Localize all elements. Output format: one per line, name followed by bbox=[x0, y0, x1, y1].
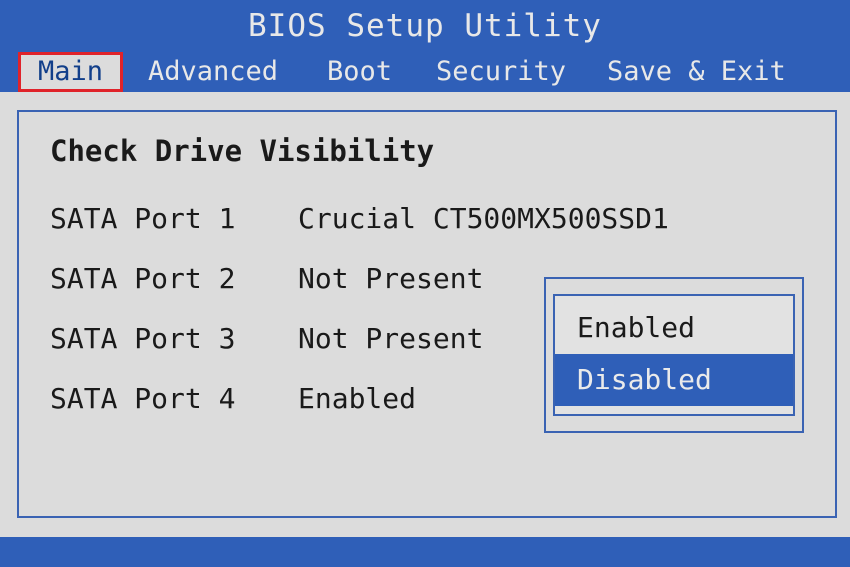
sata-port-2-value[interactable]: Not Present bbox=[298, 262, 483, 295]
option-list: Enabled Disabled bbox=[553, 294, 795, 416]
menu-bar: Main Advanced Boot Security Save & Exit bbox=[0, 52, 850, 92]
sata-port-2-label: SATA Port 2 bbox=[50, 262, 236, 295]
section-title: Check Drive Visibility bbox=[50, 134, 435, 168]
menu-tab-boot[interactable]: Boot bbox=[327, 52, 392, 92]
menu-tab-save-exit[interactable]: Save & Exit bbox=[607, 52, 786, 92]
menu-tab-security[interactable]: Security bbox=[436, 52, 566, 92]
sata-port-4-label: SATA Port 4 bbox=[50, 382, 236, 415]
sata-port-4-value[interactable]: Enabled bbox=[298, 382, 416, 415]
option-enabled[interactable]: Enabled bbox=[555, 302, 793, 354]
sata-port-1-label: SATA Port 1 bbox=[50, 202, 236, 235]
sata-port-3-value[interactable]: Not Present bbox=[298, 322, 483, 355]
main-panel: Check Drive Visibility SATA Port 1 Cruci… bbox=[0, 92, 850, 537]
sata-port-1-value[interactable]: Crucial CT500MX500SSD1 bbox=[298, 202, 669, 235]
option-disabled[interactable]: Disabled bbox=[555, 354, 793, 406]
menu-tab-advanced[interactable]: Advanced bbox=[148, 52, 278, 92]
window-title: BIOS Setup Utility bbox=[248, 8, 602, 44]
bottom-bar bbox=[0, 537, 850, 567]
bios-screen: BIOS Setup Utility Main Advanced Boot Se… bbox=[0, 0, 850, 567]
sata-port-3-label: SATA Port 3 bbox=[50, 322, 236, 355]
menu-tab-main[interactable]: Main bbox=[18, 52, 124, 92]
